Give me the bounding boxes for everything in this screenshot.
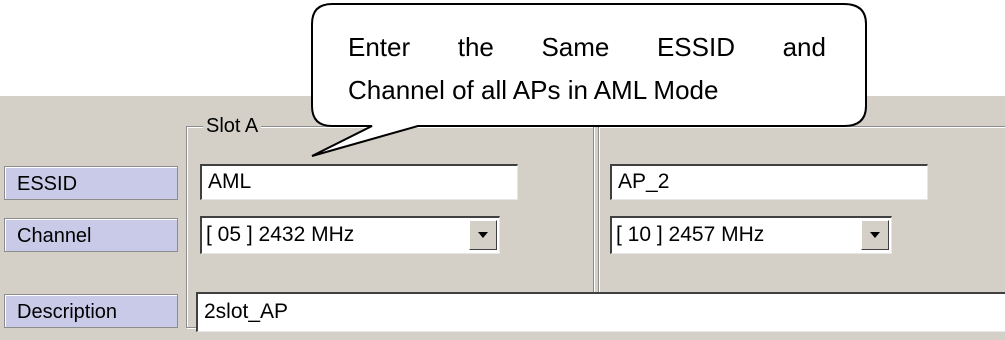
callout-word: the [457, 32, 494, 62]
callout-text: Enter the Same ESSID and Channel of all … [348, 26, 826, 112]
callout-line-1: Enter the Same ESSID and [348, 26, 826, 69]
callout-word: Enter [348, 32, 411, 62]
callout-line-2: Channel of all APs in AML Mode [348, 75, 719, 105]
callout-word: and [782, 32, 826, 62]
callout-word: Same [541, 32, 610, 62]
callout-word: ESSID [656, 32, 735, 62]
